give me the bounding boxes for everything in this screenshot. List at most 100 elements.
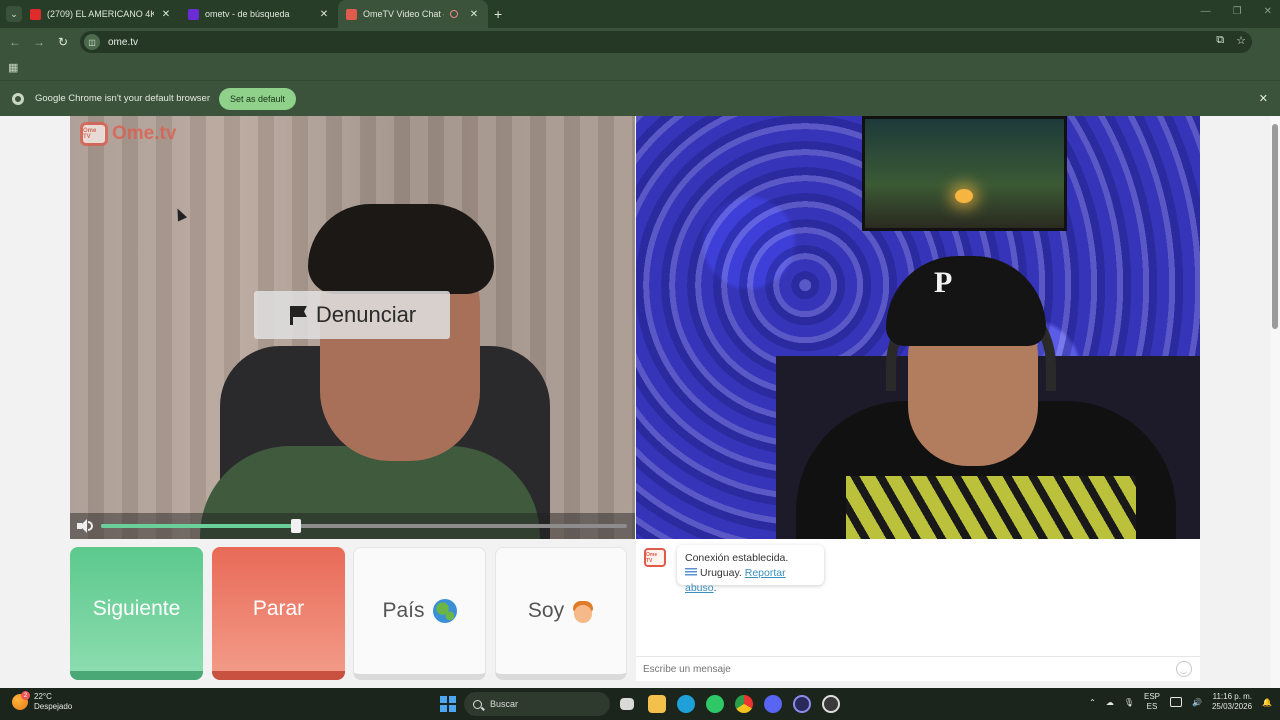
- cap-logo: P: [934, 266, 953, 299]
- yahoo-icon: [188, 8, 199, 20]
- gender-label: Soy: [527, 599, 565, 622]
- windows-start-icon[interactable]: [440, 696, 456, 712]
- temperature: 22°C: [34, 692, 52, 701]
- new-tab-plus-icon[interactable]: +: [494, 6, 502, 22]
- volume-slider[interactable]: [101, 519, 627, 533]
- country-name: Uruguay.: [700, 567, 742, 579]
- ometv-page: Ome TV Ome.tv Denunciar P Siguiente Para…: [0, 116, 1280, 688]
- shirt-print: [846, 476, 1136, 539]
- video-person-hair: [308, 204, 494, 294]
- next-button[interactable]: Siguiente: [70, 547, 203, 680]
- edge-icon[interactable]: [677, 695, 695, 713]
- discord-icon[interactable]: [764, 695, 782, 713]
- close-icon[interactable]: ✕: [160, 9, 172, 20]
- infobar-message: Google Chrome isn't your default browser: [35, 93, 211, 104]
- tab-title: OmeTV Video Chat — Ome...: [363, 9, 444, 19]
- system-message: Conexión establecida. Uruguay. Reportar …: [677, 545, 824, 594]
- task-view-icon[interactable]: [620, 698, 634, 710]
- install-app-icon[interactable]: ⧉: [1216, 34, 1224, 47]
- search-label: Buscar: [490, 699, 519, 709]
- wall-tv: [862, 116, 1067, 231]
- browser-toolbar: ← → ↻ ◫ ome.tv ⧉ ☆: [0, 28, 1280, 56]
- chevron-up-icon[interactable]: ⌃: [1089, 698, 1096, 707]
- stop-label: Parar: [252, 597, 305, 620]
- message-input-bar: [636, 656, 1200, 681]
- emoji-icon[interactable]: [1176, 661, 1192, 677]
- weather-widget[interactable]: 2 22°C Despejado: [12, 691, 72, 712]
- minimize-icon[interactable]: —: [1201, 6, 1211, 17]
- clock[interactable]: 11:16 p. m. 25/03/2026: [1212, 692, 1252, 712]
- back-arrow-icon[interactable]: ←: [3, 35, 27, 49]
- link-suffix: .: [713, 582, 717, 594]
- close-icon[interactable]: ✕: [468, 9, 480, 20]
- language-indicator[interactable]: ESP ES: [1144, 692, 1160, 712]
- ometv-chat-icon: Ome TV: [644, 548, 666, 567]
- gender-button[interactable]: Soy: [495, 547, 627, 680]
- speaker-icon[interactable]: [77, 519, 93, 533]
- recording-icon: [450, 10, 458, 18]
- report-label: Denunciar: [315, 302, 417, 327]
- microphone-icon[interactable]: 🎙: [1124, 698, 1134, 707]
- ometv-logo: Ome TV Ome.tv: [80, 122, 176, 146]
- campfire: [955, 189, 973, 203]
- search-icon: [473, 699, 482, 709]
- site-info-icon[interactable]: ◫: [84, 34, 100, 50]
- uruguay-flag-icon: [685, 568, 697, 577]
- volume-fill: [101, 524, 296, 528]
- page-scrollbar[interactable]: [1270, 116, 1280, 688]
- tab-search[interactable]: ometv - de búsqueda ✕: [180, 0, 338, 28]
- logo-text: Ome.tv: [112, 123, 177, 144]
- globe-icon: [432, 599, 457, 623]
- infobar-close-icon[interactable]: ✕: [1259, 92, 1268, 105]
- window-controls: — ❐ ✕: [1201, 6, 1272, 17]
- network-icon[interactable]: [1170, 697, 1183, 707]
- url-text: ome.tv: [108, 36, 139, 48]
- youtube-icon: [30, 8, 41, 20]
- reload-icon[interactable]: ↻: [51, 35, 75, 49]
- onedrive-icon[interactable]: ☁: [1106, 698, 1114, 707]
- country-button[interactable]: País: [353, 547, 486, 680]
- partner-location: Uruguay. Reportar abuso.: [685, 566, 816, 596]
- tab-title: (2709) EL AMERICANO 4KT - C...: [47, 9, 154, 19]
- volume-icon[interactable]: 🔊: [1192, 698, 1202, 707]
- taskbar-search[interactable]: Buscar: [464, 692, 610, 716]
- chrome-taskbar-icon[interactable]: [735, 695, 753, 713]
- stop-button[interactable]: Parar: [212, 547, 345, 680]
- lang-top: ESP: [1144, 692, 1161, 701]
- omnibox-actions: ⧉ ☆: [1216, 34, 1246, 47]
- default-browser-infobar: Google Chrome isn't your default browser…: [0, 80, 1280, 116]
- scroll-thumb[interactable]: [1272, 124, 1278, 329]
- bookmark-star-icon[interactable]: ☆: [1236, 34, 1246, 47]
- tab-search-chevron-icon[interactable]: ⌄: [6, 6, 22, 22]
- circle-app-icon[interactable]: [793, 695, 811, 713]
- chrome-icon: [12, 92, 24, 105]
- close-icon[interactable]: ✕: [318, 9, 330, 20]
- file-explorer-icon[interactable]: [648, 695, 666, 713]
- report-button[interactable]: Denunciar: [254, 291, 450, 339]
- flag-icon: [288, 305, 308, 325]
- next-label: Siguiente: [92, 597, 181, 620]
- message-input[interactable]: [643, 663, 1163, 675]
- tab-ometv[interactable]: OmeTV Video Chat — Ome... ✕: [338, 0, 488, 28]
- bookmarks-bar: ▦: [0, 56, 1280, 80]
- tab-youtube[interactable]: (2709) EL AMERICANO 4KT - C... ✕: [22, 0, 180, 28]
- tab-title: ometv - de búsqueda: [205, 9, 290, 19]
- window-close-icon[interactable]: ✕: [1264, 6, 1272, 17]
- system-tray: ⌃ ☁ 🎙 ESP ES 🔊 11:16 p. m. 25/03/2026 🔔: [1089, 692, 1272, 712]
- lang-bottom: ES: [1146, 702, 1158, 711]
- set-default-button[interactable]: Set as default: [219, 87, 297, 110]
- address-bar[interactable]: ◫ ome.tv ⧉ ☆: [80, 31, 1252, 53]
- time: 11:16 p. m.: [1212, 692, 1253, 701]
- taskbar: 2 22°C Despejado Buscar ⌃ ☁ 🎙 ESP ES 🔊 1…: [0, 688, 1280, 720]
- maximize-icon[interactable]: ❐: [1233, 6, 1242, 17]
- volume-control: [70, 513, 635, 539]
- apps-grid-icon[interactable]: ▦: [8, 61, 18, 74]
- volume-thumb[interactable]: [290, 519, 301, 533]
- weather-sun-icon: 2: [12, 691, 30, 710]
- obs-icon[interactable]: [822, 695, 840, 713]
- notifications-icon[interactable]: 🔔: [1262, 698, 1272, 707]
- tab-strip: ⌄ (2709) EL AMERICANO 4KT - C... ✕ ometv…: [0, 0, 1280, 28]
- whatsapp-icon[interactable]: [706, 695, 724, 713]
- forward-arrow-icon[interactable]: →: [27, 35, 51, 49]
- connection-status: Conexión establecida.: [685, 552, 789, 564]
